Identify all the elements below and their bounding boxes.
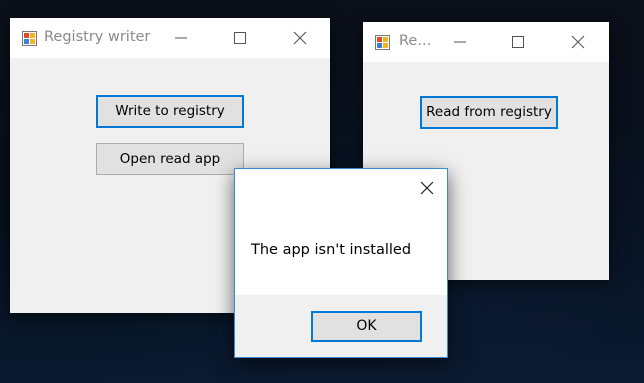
reader-maximize-button[interactable]	[498, 22, 538, 62]
reader-minimize-button[interactable]	[440, 22, 480, 62]
minimize-icon	[454, 41, 466, 43]
writer-minimize-button[interactable]	[161, 18, 201, 58]
read-from-registry-button[interactable]: Read from registry	[420, 96, 558, 129]
open-read-app-label: Open read app	[119, 151, 221, 167]
read-from-registry-label: Read from registry	[426, 104, 552, 120]
writer-app-icon	[22, 31, 37, 46]
dialog-close-button[interactable]	[407, 169, 447, 207]
writer-close-button[interactable]	[280, 18, 320, 58]
dialog-message: The app isn't installed	[251, 242, 412, 258]
reader-title-bar[interactable]: Re...	[363, 22, 609, 62]
write-to-registry-button[interactable]: Write to registry	[96, 95, 244, 128]
write-to-registry-label: Write to registry	[115, 103, 225, 119]
dialog-button-area: OK	[235, 295, 447, 357]
writer-window-title: Registry writer	[44, 29, 151, 45]
close-icon	[420, 181, 434, 195]
ok-button-label: OK	[356, 318, 377, 334]
ok-button[interactable]: OK	[311, 311, 422, 342]
maximize-icon	[234, 32, 246, 44]
maximize-icon	[512, 36, 524, 48]
writer-maximize-button[interactable]	[220, 18, 260, 58]
minimize-icon	[175, 37, 187, 39]
open-read-app-button[interactable]: Open read app	[96, 143, 244, 175]
reader-window-title: Re...	[399, 33, 432, 49]
writer-title-bar[interactable]: Registry writer	[10, 18, 330, 58]
close-icon	[293, 31, 307, 45]
message-box-dialog: The app isn't installed OK	[234, 168, 448, 358]
reader-app-icon	[375, 35, 390, 50]
reader-close-button[interactable]	[558, 22, 598, 62]
close-icon	[571, 35, 585, 49]
